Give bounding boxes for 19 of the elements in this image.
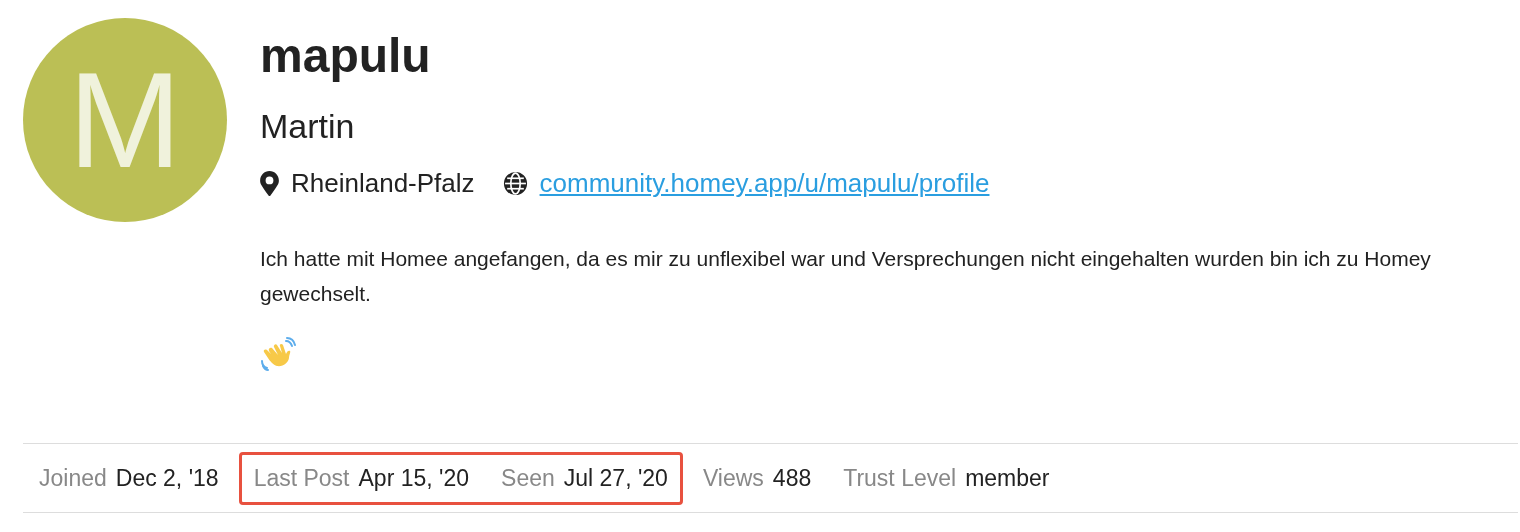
stat-label: Last Post xyxy=(253,464,350,492)
waving-hand-icon xyxy=(260,337,296,373)
stat-label: Trust Level xyxy=(843,464,957,492)
stat-value: Dec 2, '18 xyxy=(115,464,219,492)
full-name: Martin xyxy=(260,106,356,146)
avatar: M xyxy=(23,18,227,222)
stat-label: Seen xyxy=(501,464,555,492)
globe-icon xyxy=(502,171,528,196)
stat-value: member xyxy=(965,464,1050,492)
stat-value: 488 xyxy=(772,464,812,492)
username: mapulu xyxy=(260,30,432,82)
stat-value: Jul 27, '20 xyxy=(563,464,668,492)
stat-value: Apr 15, '20 xyxy=(358,464,470,492)
website-link[interactable]: community.homey.app/u/mapulu/profile xyxy=(539,168,990,199)
location-pin-icon xyxy=(260,171,279,196)
stat-label: Views xyxy=(702,464,764,492)
bio-text: Ich hatte mit Homee angefangen, da es mir zu unflexibel war und Versprechungen nicht eingehalten wurden bin ich zu Homey gewechselt. xyxy=(260,246,1432,307)
location-text: Rheinland-Pfalz xyxy=(291,168,475,199)
stat-label: Joined xyxy=(39,464,107,492)
